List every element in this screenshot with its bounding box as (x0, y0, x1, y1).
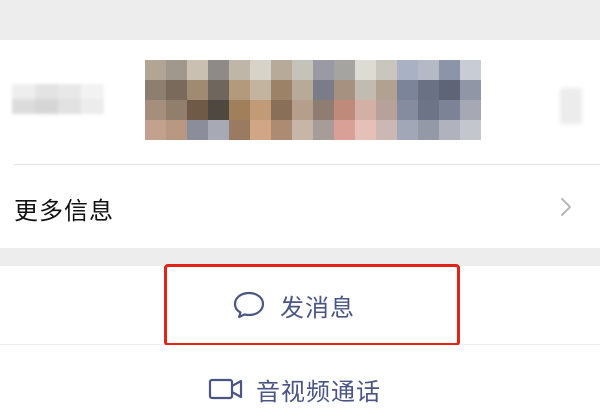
chat-bubble-icon (233, 291, 265, 319)
video-call-content: 音视频通话 (208, 372, 381, 406)
moments-row[interactable] (0, 40, 600, 164)
top-spacer (0, 0, 600, 40)
video-call-label: 音视频通话 (256, 377, 381, 406)
video-camera-icon (208, 378, 243, 400)
profile-card: 更多信息 (0, 40, 600, 248)
more-info-label: 更多信息 (14, 197, 114, 225)
video-call-button[interactable]: 音视频通话 (0, 345, 600, 420)
send-message-button[interactable]: 发消息 (0, 266, 600, 344)
send-message-content: 发消息 (232, 288, 355, 322)
moments-photos-pixelated (145, 60, 481, 140)
more-info-row[interactable]: 更多信息 (0, 165, 600, 248)
moments-label-blurred (12, 84, 104, 114)
row-arrow-blurred (560, 88, 582, 124)
chevron-right-icon (561, 198, 571, 216)
send-message-label: 发消息 (280, 293, 355, 322)
